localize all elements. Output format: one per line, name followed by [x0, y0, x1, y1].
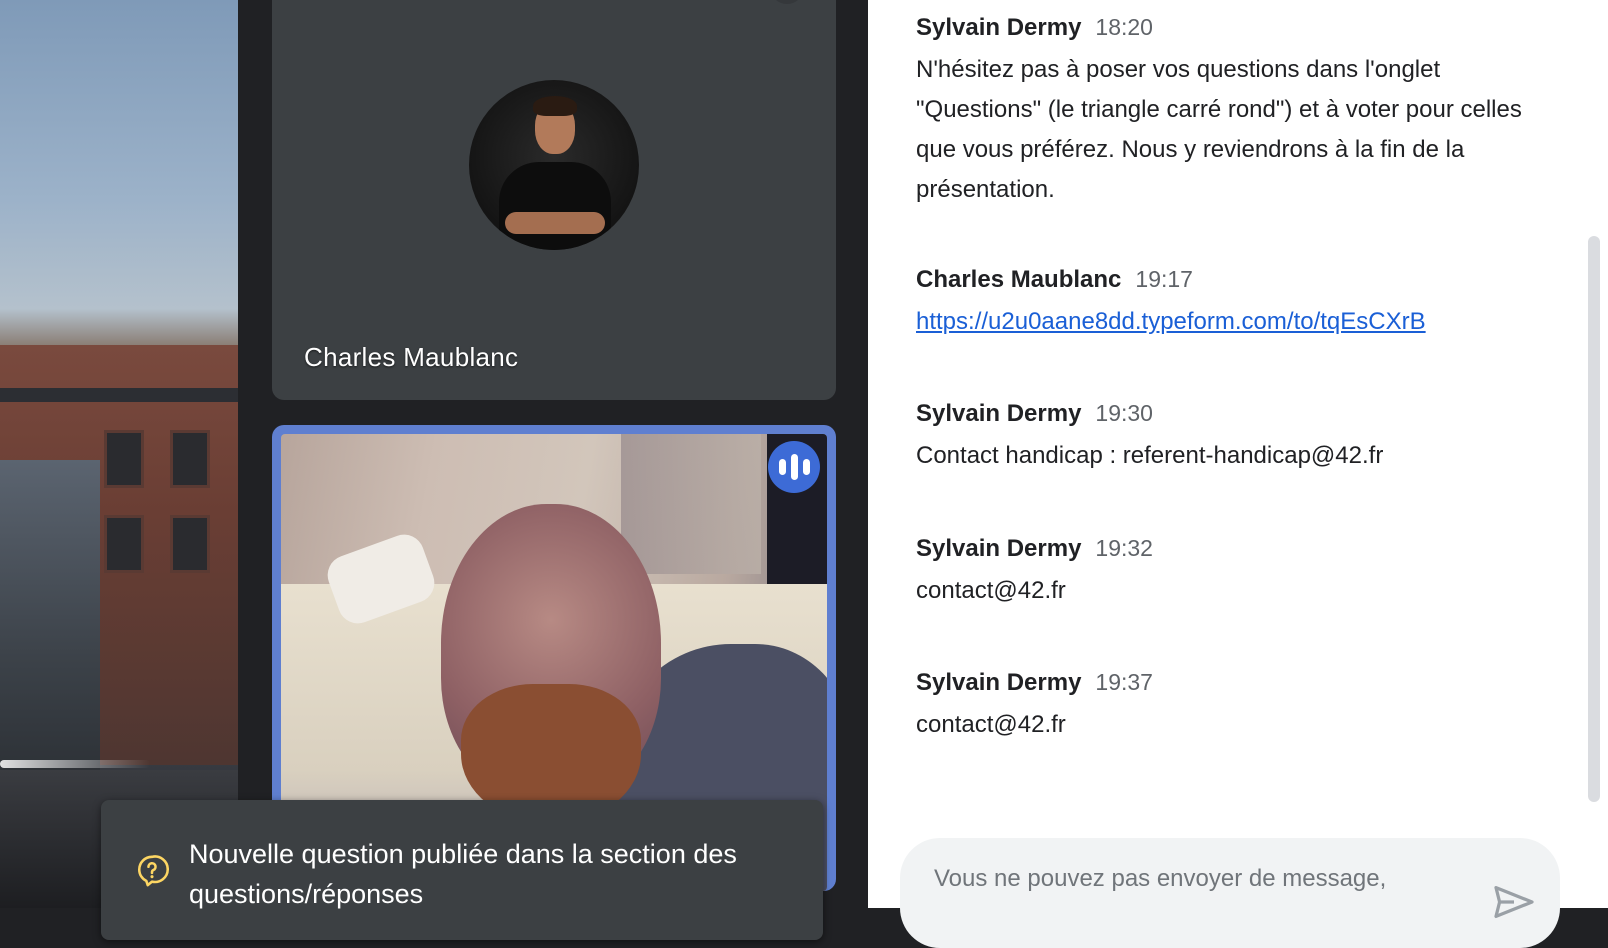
message-time: 18:20 — [1095, 14, 1153, 40]
participant-name: Charles Maublanc — [304, 342, 519, 372]
message-sender: Sylvain Dermy — [916, 669, 1082, 696]
question-icon — [137, 855, 169, 887]
chat-scrollbar[interactable] — [1588, 236, 1600, 802]
message-text: contact@42.fr — [916, 577, 1066, 604]
message-time: 19:32 — [1095, 535, 1153, 561]
message-time: 19:37 — [1095, 669, 1153, 695]
message-input[interactable] — [932, 858, 1476, 900]
chat-message: Sylvain Dermy 19:37 contact@42.fr — [916, 669, 1556, 745]
message-time: 19:30 — [1095, 400, 1153, 426]
toast-message: Nouvelle question publiée dans la sectio… — [189, 839, 737, 909]
audio-level-icon — [768, 441, 820, 493]
more-options-button[interactable] — [770, 0, 804, 4]
message-sender: Charles Maublanc — [916, 266, 1122, 293]
message-sender: Sylvain Dermy — [916, 14, 1082, 41]
message-link[interactable]: https://u2u0aane8dd.typeform.com/to/tqEs… — [916, 308, 1426, 335]
chat-message: Sylvain Dermy 19:32 contact@42.fr — [916, 535, 1556, 611]
message-text: contact@42.fr — [916, 711, 1066, 738]
message-sender: Sylvain Dermy — [916, 535, 1082, 562]
message-sender: Sylvain Dermy — [916, 400, 1082, 427]
chat-panel: Sylvain Dermy 18:20 N'hésitez pas à poser… — [868, 0, 1608, 948]
participants-column: Charles Maublanc — [238, 0, 868, 908]
chat-message: Sylvain Dermy 18:20 N'hésitez pas à poser… — [916, 14, 1556, 210]
send-icon[interactable] — [1492, 884, 1536, 920]
background-scene — [0, 0, 238, 908]
participant-tile[interactable]: Charles Maublanc — [272, 0, 836, 400]
chat-message: Charles Maublanc 19:17 https://u2u0aane8d… — [916, 266, 1556, 342]
notification-toast[interactable]: Nouvelle question publiée dans la sectio… — [101, 800, 823, 940]
message-time: 19:17 — [1135, 266, 1193, 292]
avatar — [469, 80, 639, 250]
chat-message: Sylvain Dermy 19:30 Contact handicap : re… — [916, 400, 1556, 476]
message-text: N'hésitez pas à poser vos questions dans… — [916, 56, 1522, 203]
message-composer — [900, 838, 1560, 948]
message-text: Contact handicap : referent-handicap@42.… — [916, 442, 1384, 469]
